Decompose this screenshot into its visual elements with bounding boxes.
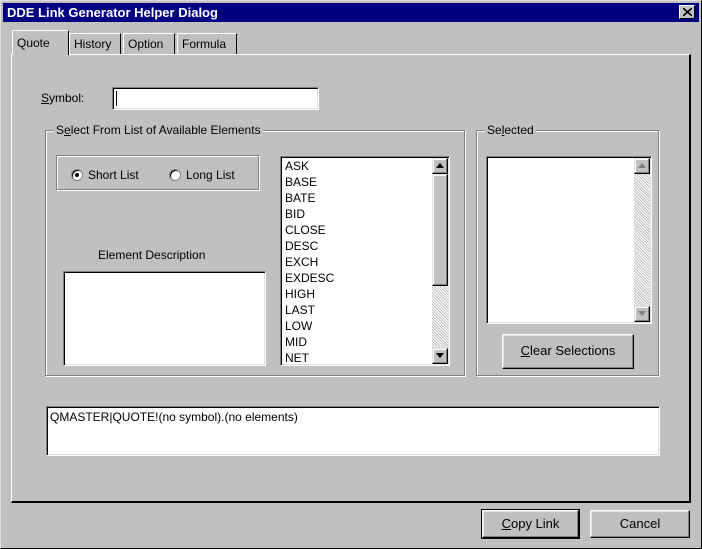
- available-element-item[interactable]: BASE: [283, 174, 334, 190]
- long-list-radio[interactable]: Long List: [169, 168, 235, 182]
- cancel-label: Cancel: [619, 516, 661, 531]
- selected-elements-group-label: Selected: [485, 123, 536, 137]
- available-element-item[interactable]: LAST: [283, 302, 334, 318]
- available-element-item[interactable]: EXDESC: [283, 270, 334, 286]
- link-output-text: QMASTER|QUOTE!(no symbol).(no elements): [50, 410, 298, 424]
- tab-history[interactable]: History: [69, 33, 121, 55]
- text-caret: [116, 91, 117, 106]
- element-description-box[interactable]: [63, 271, 266, 366]
- arrow-down-icon: [638, 311, 646, 316]
- window-title: DDE Link Generator Helper Dialog: [7, 5, 218, 20]
- selected-elements-scrollbar[interactable]: [634, 158, 650, 322]
- tab-option[interactable]: Option: [123, 33, 175, 55]
- close-icon: [683, 8, 692, 16]
- tab-quote-label: Quote: [17, 36, 50, 50]
- close-button[interactable]: [679, 5, 695, 19]
- tab-option-label: Option: [128, 37, 164, 51]
- symbol-label: Symbol:: [41, 91, 85, 105]
- scroll-thumb[interactable]: [432, 174, 448, 286]
- available-element-item[interactable]: BATE: [283, 190, 334, 206]
- available-element-item[interactable]: LOW: [283, 318, 334, 334]
- scroll-down-button[interactable]: [432, 348, 448, 364]
- selected-scroll-down-button[interactable]: [634, 306, 650, 322]
- clear-selections-label: Clear Selections: [520, 343, 616, 358]
- available-elements-group-label: Select From List of Available Elements: [54, 123, 263, 137]
- tab-quote[interactable]: Quote: [12, 30, 69, 57]
- long-list-radio-button[interactable]: [169, 169, 181, 181]
- available-elements-scrollbar[interactable]: [432, 158, 448, 364]
- available-elements-list: ASK BASE BATE BID CLOSE DESC EXCH EXDESC HIGH LAS…: [283, 158, 334, 365]
- arrow-up-icon: [638, 163, 646, 168]
- tab-formula-label: Formula: [182, 37, 227, 51]
- symbol-input[interactable]: [112, 87, 319, 110]
- dialog-window: DDE Link Generator Helper Dialog Quote H…: [0, 0, 702, 549]
- quote-tab-panel: Symbol: Select From List of Available El…: [11, 54, 691, 503]
- arrow-down-icon: [436, 353, 444, 358]
- available-element-item[interactable]: HIGH: [283, 286, 334, 302]
- available-element-item[interactable]: EXCH: [283, 254, 334, 270]
- short-list-radio-button[interactable]: [71, 169, 83, 181]
- short-list-radio[interactable]: Short List: [71, 168, 139, 182]
- available-element-item[interactable]: CLOSE: [283, 222, 334, 238]
- available-element-item[interactable]: ASK: [283, 158, 334, 174]
- selected-scroll-up-button[interactable]: [634, 158, 650, 174]
- link-output-box[interactable]: QMASTER|QUOTE!(no symbol).(no elements): [46, 406, 660, 456]
- copy-link-label: Copy Link: [501, 516, 560, 531]
- selected-elements-listbox[interactable]: [486, 156, 652, 324]
- element-description-label: Element Description: [98, 248, 206, 262]
- arrow-up-icon: [436, 163, 444, 168]
- available-element-item[interactable]: MID: [283, 334, 334, 350]
- available-element-item[interactable]: DESC: [283, 238, 334, 254]
- short-list-label: Short List: [88, 168, 139, 182]
- title-bar[interactable]: DDE Link Generator Helper Dialog: [3, 3, 699, 22]
- cancel-button[interactable]: Cancel: [590, 510, 690, 538]
- available-element-item[interactable]: NET: [283, 350, 334, 365]
- scroll-up-button[interactable]: [432, 158, 448, 174]
- long-list-label: Long List: [186, 168, 235, 182]
- tab-formula[interactable]: Formula: [177, 33, 237, 55]
- copy-link-button[interactable]: Copy Link: [481, 509, 580, 539]
- clear-selections-button[interactable]: Clear Selections: [502, 334, 634, 369]
- available-elements-listbox[interactable]: ASK BASE BATE BID CLOSE DESC EXCH EXDESC HIGH LAS…: [280, 156, 450, 366]
- available-element-item[interactable]: BID: [283, 206, 334, 222]
- tab-history-label: History: [74, 37, 112, 51]
